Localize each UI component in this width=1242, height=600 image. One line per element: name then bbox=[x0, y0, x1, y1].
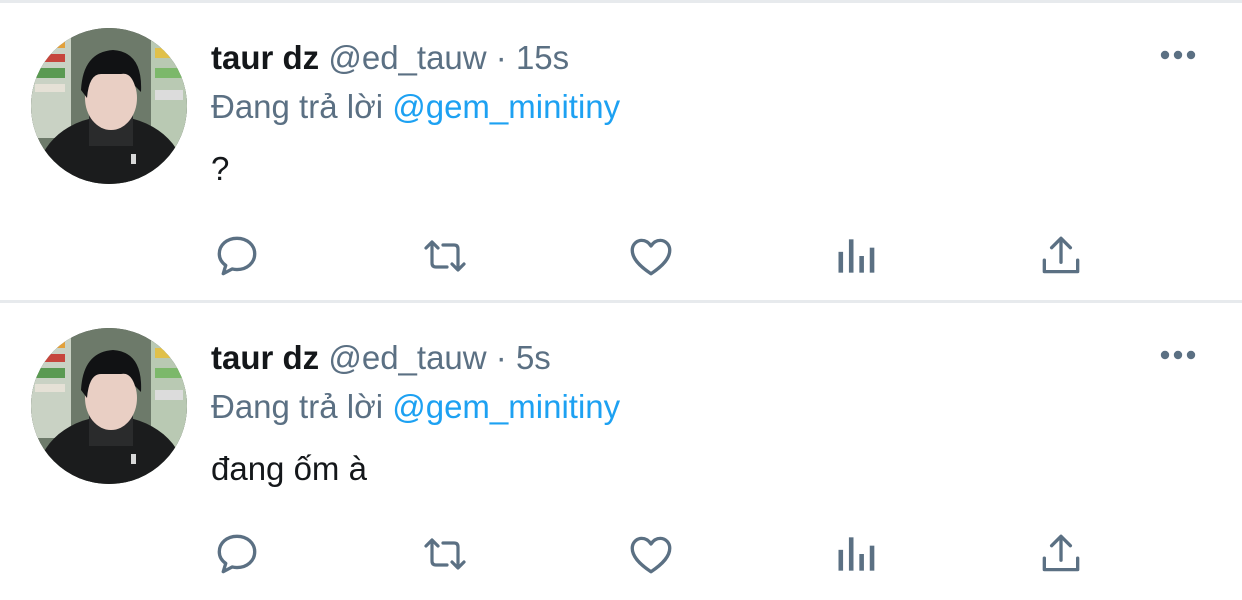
user-handle[interactable]: @ed_tauw bbox=[328, 39, 486, 76]
share-button[interactable] bbox=[1035, 230, 1087, 282]
like-button[interactable] bbox=[625, 230, 677, 282]
analytics-button[interactable] bbox=[830, 528, 882, 580]
avatar[interactable] bbox=[31, 328, 187, 484]
analytics-icon bbox=[838, 537, 875, 571]
retweet-button[interactable] bbox=[419, 528, 471, 580]
like-icon bbox=[630, 238, 672, 276]
analytics-button[interactable] bbox=[830, 230, 882, 282]
like-icon bbox=[630, 536, 672, 574]
tweet-header: taur dz @ed_tauw · 15s bbox=[211, 38, 569, 78]
user-handle[interactable]: @ed_tauw bbox=[328, 339, 486, 376]
reply-prefix: Đang trả lời bbox=[211, 88, 384, 125]
more-dots-icon[interactable] bbox=[1158, 345, 1198, 365]
timestamp[interactable]: 5s bbox=[516, 339, 551, 376]
tweet-2[interactable]: taur dz @ed_tauw · 5s Đang trả lời @gem_… bbox=[0, 303, 1242, 600]
separator-dot: · bbox=[495, 339, 507, 376]
share-button[interactable] bbox=[1035, 528, 1087, 580]
like-button[interactable] bbox=[625, 528, 677, 580]
tweet-1[interactable]: taur dz @ed_tauw · 15s Đang trả lời @gem… bbox=[0, 3, 1242, 300]
tweet-text: đang ốm à bbox=[211, 450, 367, 487]
tweet-feed: taur dz @ed_tauw · 15s Đang trả lời @gem… bbox=[0, 0, 1242, 600]
share-icon bbox=[1042, 236, 1080, 274]
tweet-text: ? bbox=[211, 150, 230, 187]
reply-prefix: Đang trả lời bbox=[211, 388, 384, 425]
retweet-icon bbox=[424, 240, 466, 272]
reply-context: Đang trả lời @gem_minitiny bbox=[211, 387, 620, 427]
timestamp[interactable]: 15s bbox=[516, 39, 569, 76]
tweet-header: taur dz @ed_tauw · 5s bbox=[211, 338, 551, 378]
reply-icon bbox=[217, 534, 257, 574]
reply-mention-link[interactable]: @gem_minitiny bbox=[392, 388, 620, 425]
reply-icon bbox=[217, 236, 257, 276]
display-name[interactable]: taur dz bbox=[211, 39, 319, 76]
reply-button[interactable] bbox=[211, 528, 263, 580]
retweet-icon bbox=[424, 538, 466, 570]
reply-mention-link[interactable]: @gem_minitiny bbox=[392, 88, 620, 125]
display-name[interactable]: taur dz bbox=[211, 339, 319, 376]
separator-dot: · bbox=[495, 39, 507, 76]
reply-context: Đang trả lời @gem_minitiny bbox=[211, 87, 620, 127]
more-dots-icon[interactable] bbox=[1158, 45, 1198, 65]
avatar[interactable] bbox=[31, 28, 187, 184]
analytics-icon bbox=[838, 239, 875, 273]
retweet-button[interactable] bbox=[419, 230, 471, 282]
share-icon bbox=[1042, 534, 1080, 572]
reply-button[interactable] bbox=[211, 230, 263, 282]
